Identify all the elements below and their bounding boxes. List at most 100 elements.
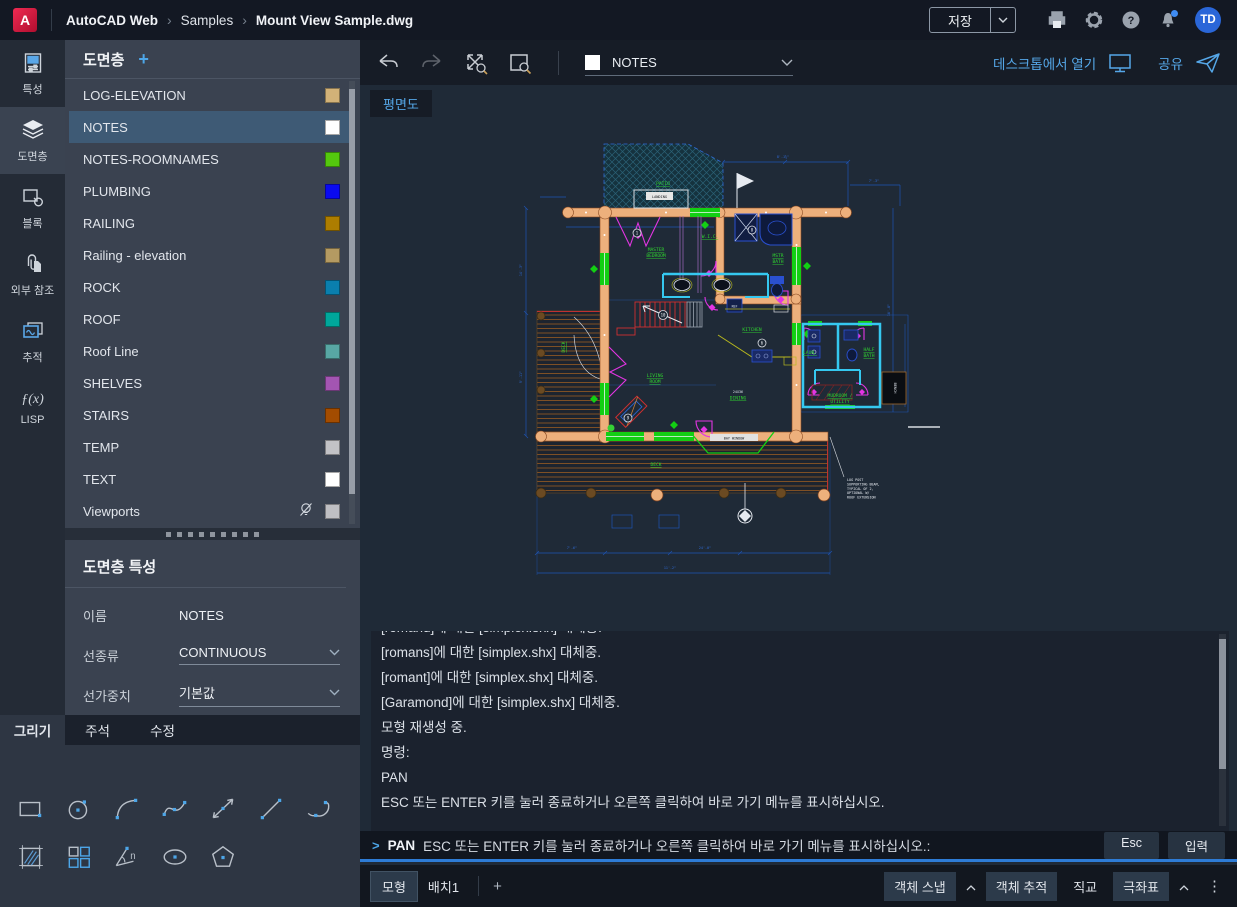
layer-row[interactable]: Roof Line [69, 335, 350, 367]
arc-tool-icon[interactable] [113, 795, 141, 823]
layer-color-swatch[interactable] [325, 87, 340, 103]
layer-row[interactable]: ROOF [69, 303, 350, 335]
layer-row[interactable]: RAILING [69, 207, 350, 239]
rectangle-tool-icon[interactable] [17, 795, 45, 823]
share-link[interactable]: 공유 [1158, 53, 1183, 73]
tab-draw[interactable]: 그리기 [0, 715, 65, 745]
polar-chevron[interactable] [1175, 877, 1193, 896]
rail-item-xref[interactable]: 외부 참조 [0, 241, 65, 308]
ortho-toggle[interactable]: 직교 [1063, 872, 1107, 901]
console-line: [romant]에 대한 [simplex.shx] 대체중. [381, 670, 599, 685]
layer-color-swatch[interactable] [325, 407, 340, 423]
save-dropdown-arrow[interactable] [990, 8, 1015, 32]
scrollbar-thumb[interactable] [1219, 639, 1226, 769]
layer-color-swatch[interactable] [325, 503, 340, 519]
layer-row[interactable]: Railing - elevation [69, 239, 350, 271]
redo-icon[interactable] [420, 51, 444, 75]
statusbar-overflow-menu[interactable]: ⋮ [1199, 877, 1226, 895]
tab-annotate[interactable]: 주석 [65, 715, 130, 745]
rail-label: 도면층 [17, 150, 48, 163]
polygon-tool-icon[interactable] [209, 843, 237, 871]
print-icon[interactable] [1047, 10, 1067, 30]
layers-panel: 도면층 + LOG-ELEVATION NOTES NOTES-ROOMNAME… [65, 40, 360, 715]
layer-color-swatch[interactable] [325, 151, 340, 167]
layer-row[interactable]: ROCK [69, 271, 350, 303]
layer-row[interactable]: NOTES-ROOMNAMES [69, 143, 350, 175]
rail-item-properties[interactable]: 특성 [0, 40, 65, 107]
rail-item-layers[interactable]: 도면층 [0, 107, 65, 174]
spline-tool-icon[interactable] [161, 795, 189, 823]
circle-tool-icon[interactable] [65, 795, 93, 823]
notifications-bell-icon[interactable] [1158, 10, 1178, 30]
command-input-row[interactable]: > PAN ESC 또는 ENTER 키를 눌러 종료하거나 오른쪽 클릭하여 … [360, 831, 1237, 862]
rail-item-trace[interactable]: 추적 [0, 308, 65, 375]
layer-row[interactable]: LOG-ELEVATION [69, 79, 350, 111]
layer-row[interactable]: STAIRS [69, 399, 350, 431]
lineweight-select[interactable]: 기본값 [179, 683, 340, 707]
layer-row[interactable]: TEMP [69, 431, 350, 463]
measure-tool-icon[interactable]: n [113, 843, 141, 871]
breadcrumb-brand[interactable]: AutoCAD Web [66, 13, 158, 28]
undo-icon[interactable] [376, 51, 400, 75]
layer-color-swatch[interactable] [325, 375, 340, 391]
layer-color-swatch[interactable] [325, 183, 340, 199]
three-point-arc-tool-icon[interactable] [305, 795, 333, 823]
object-snap-toggle[interactable]: 객체 스냅 [884, 871, 956, 901]
layer-color-swatch[interactable] [325, 439, 340, 455]
panel-resize-handle[interactable] [65, 528, 360, 540]
command-console[interactable]: [romand]에 대한 [simplex.shx] 대체중. [romans]… [371, 631, 1229, 831]
layer-row-selected[interactable]: NOTES [69, 111, 350, 143]
polar-toggle[interactable]: 극좌표 [1113, 871, 1169, 901]
layer-color-swatch[interactable] [325, 471, 340, 487]
line-tool-icon[interactable] [257, 795, 285, 823]
layer-row[interactable]: SHELVES [69, 367, 350, 399]
layer-color-swatch[interactable] [325, 215, 340, 231]
svg-text:7'-6": 7'-6" [567, 546, 577, 550]
save-split-button[interactable]: 저장 [929, 7, 1016, 33]
layer-color-swatch[interactable] [325, 279, 340, 295]
layer-color-swatch[interactable] [325, 247, 340, 263]
ellipse-tool-icon[interactable] [161, 843, 189, 871]
drawing-viewport[interactable]: 8'-1¾" 7'-3" 14'-3" 9'-11" 16'-8" 7'-6" … [360, 85, 1237, 630]
layer-color-swatch[interactable] [325, 311, 340, 327]
layout1-tab[interactable]: 배치1 [417, 872, 470, 901]
layer-list-scrollbar[interactable] [349, 81, 355, 524]
draw-tools-panel: 그리기 주석 수정 n [0, 715, 360, 907]
current-layer-selector[interactable]: NOTES [585, 55, 793, 76]
linetype-select[interactable]: CONTINUOUS [179, 645, 340, 665]
svg-text:MSTR: MSTR [772, 253, 783, 259]
add-layout-button[interactable]: + [487, 878, 508, 895]
user-avatar[interactable]: TD [1195, 7, 1221, 33]
breadcrumb-samples[interactable]: Samples [181, 13, 234, 28]
model-tab[interactable]: 모형 [370, 870, 418, 902]
insert-block-tool-icon[interactable] [65, 843, 93, 871]
zoom-extents-icon[interactable] [464, 51, 488, 75]
tab-modify[interactable]: 수정 [130, 715, 195, 745]
rail-item-blocks[interactable]: 블록 [0, 174, 65, 241]
autocad-logo-icon: A [13, 8, 37, 32]
open-in-desktop-link[interactable]: 데스크톱에서 열기 [993, 53, 1096, 73]
layer-row[interactable]: PLUMBING [69, 175, 350, 207]
object-snap-chevron[interactable] [962, 877, 980, 896]
layer-off-icon[interactable] [299, 502, 313, 521]
rail-item-lisp[interactable]: ƒ(x) LISP [0, 375, 65, 442]
xline-tool-icon[interactable] [209, 795, 237, 823]
scrollbar-thumb[interactable] [349, 89, 355, 494]
console-scrollbar[interactable] [1219, 634, 1226, 826]
layer-row[interactable]: TEXT [69, 463, 350, 495]
esc-button[interactable]: Esc [1104, 831, 1159, 859]
help-icon[interactable]: ? [1121, 10, 1141, 30]
zoom-window-icon[interactable] [508, 51, 532, 75]
object-tracking-toggle[interactable]: 객체 추적 [985, 871, 1058, 901]
svg-text:BATH: BATH [772, 259, 783, 265]
layer-color-swatch[interactable] [325, 119, 340, 135]
save-button[interactable]: 저장 [930, 8, 990, 32]
layer-row[interactable]: Viewports [69, 495, 350, 527]
settings-gear-icon[interactable] [1084, 10, 1104, 30]
desktop-monitor-icon[interactable] [1108, 52, 1132, 74]
hatch-tool-icon[interactable] [17, 843, 45, 871]
add-layer-button[interactable]: + [138, 49, 149, 70]
share-send-icon[interactable] [1195, 51, 1221, 75]
enter-button[interactable]: 입력 [1167, 831, 1225, 859]
layer-color-swatch[interactable] [325, 343, 340, 359]
